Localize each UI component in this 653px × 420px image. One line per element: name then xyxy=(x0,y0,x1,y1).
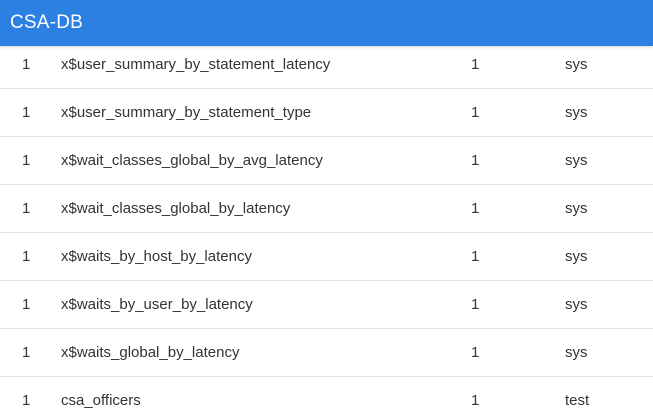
row-table-name: x$wait_classes_global_by_avg_latency xyxy=(61,152,323,169)
row-id: 1 xyxy=(22,392,31,409)
table-row[interactable]: 1 x$user_summary_by_statement_latency 1 … xyxy=(0,41,653,89)
row-schema: sys xyxy=(565,56,588,73)
row-id: 1 xyxy=(22,56,31,73)
row-table-name: x$waits_by_host_by_latency xyxy=(61,248,252,265)
table-row[interactable]: 1 x$waits_by_user_by_latency 1 sys xyxy=(0,281,653,329)
table-row[interactable]: 1 x$waits_by_host_by_latency 1 sys xyxy=(0,233,653,281)
row-id: 1 xyxy=(22,296,31,313)
table-row[interactable]: 1 x$user_summary_by_statement_type 1 sys xyxy=(0,89,653,137)
row-count: 1 xyxy=(471,296,480,313)
row-count: 1 xyxy=(471,104,480,121)
row-count: 1 xyxy=(471,344,480,361)
table-row[interactable]: 1 csa_officers 1 test xyxy=(0,377,653,420)
row-id: 1 xyxy=(22,344,31,361)
row-table-name: x$user_summary_by_statement_type xyxy=(61,104,312,121)
row-id: 1 xyxy=(22,152,31,169)
row-count: 1 xyxy=(471,152,480,169)
row-table-name: x$waits_global_by_latency xyxy=(61,344,240,361)
app-window: CSA-DB 1 x$user_summary_by_statement_lat… xyxy=(0,0,653,420)
row-table-name: x$user_summary_by_statement_latency xyxy=(61,56,331,73)
app-bar: CSA-DB xyxy=(0,0,653,46)
row-id: 1 xyxy=(22,200,31,217)
row-count: 1 xyxy=(471,392,480,409)
app-title: CSA-DB xyxy=(10,12,83,33)
row-table-name: csa_officers xyxy=(61,392,141,409)
row-schema: sys xyxy=(565,296,588,313)
table-row[interactable]: 1 x$wait_classes_global_by_latency 1 sys xyxy=(0,185,653,233)
row-id: 1 xyxy=(22,104,31,121)
row-schema: sys xyxy=(565,200,588,217)
row-schema: sys xyxy=(565,248,588,265)
row-schema: sys xyxy=(565,104,588,121)
row-id: 1 xyxy=(22,248,31,265)
row-schema: sys xyxy=(565,344,588,361)
row-schema: sys xyxy=(565,152,588,169)
table-row[interactable]: 1 x$wait_classes_global_by_avg_latency 1… xyxy=(0,137,653,185)
row-schema: test xyxy=(565,392,590,409)
row-table-name: x$waits_by_user_by_latency xyxy=(61,296,253,313)
row-count: 1 xyxy=(471,200,480,217)
table-list: 1 x$user_summary_by_statement_latency 1 … xyxy=(0,41,653,420)
row-count: 1 xyxy=(471,56,480,73)
row-count: 1 xyxy=(471,248,480,265)
table-row[interactable]: 1 x$waits_global_by_latency 1 sys xyxy=(0,329,653,377)
row-table-name: x$wait_classes_global_by_latency xyxy=(61,200,291,217)
